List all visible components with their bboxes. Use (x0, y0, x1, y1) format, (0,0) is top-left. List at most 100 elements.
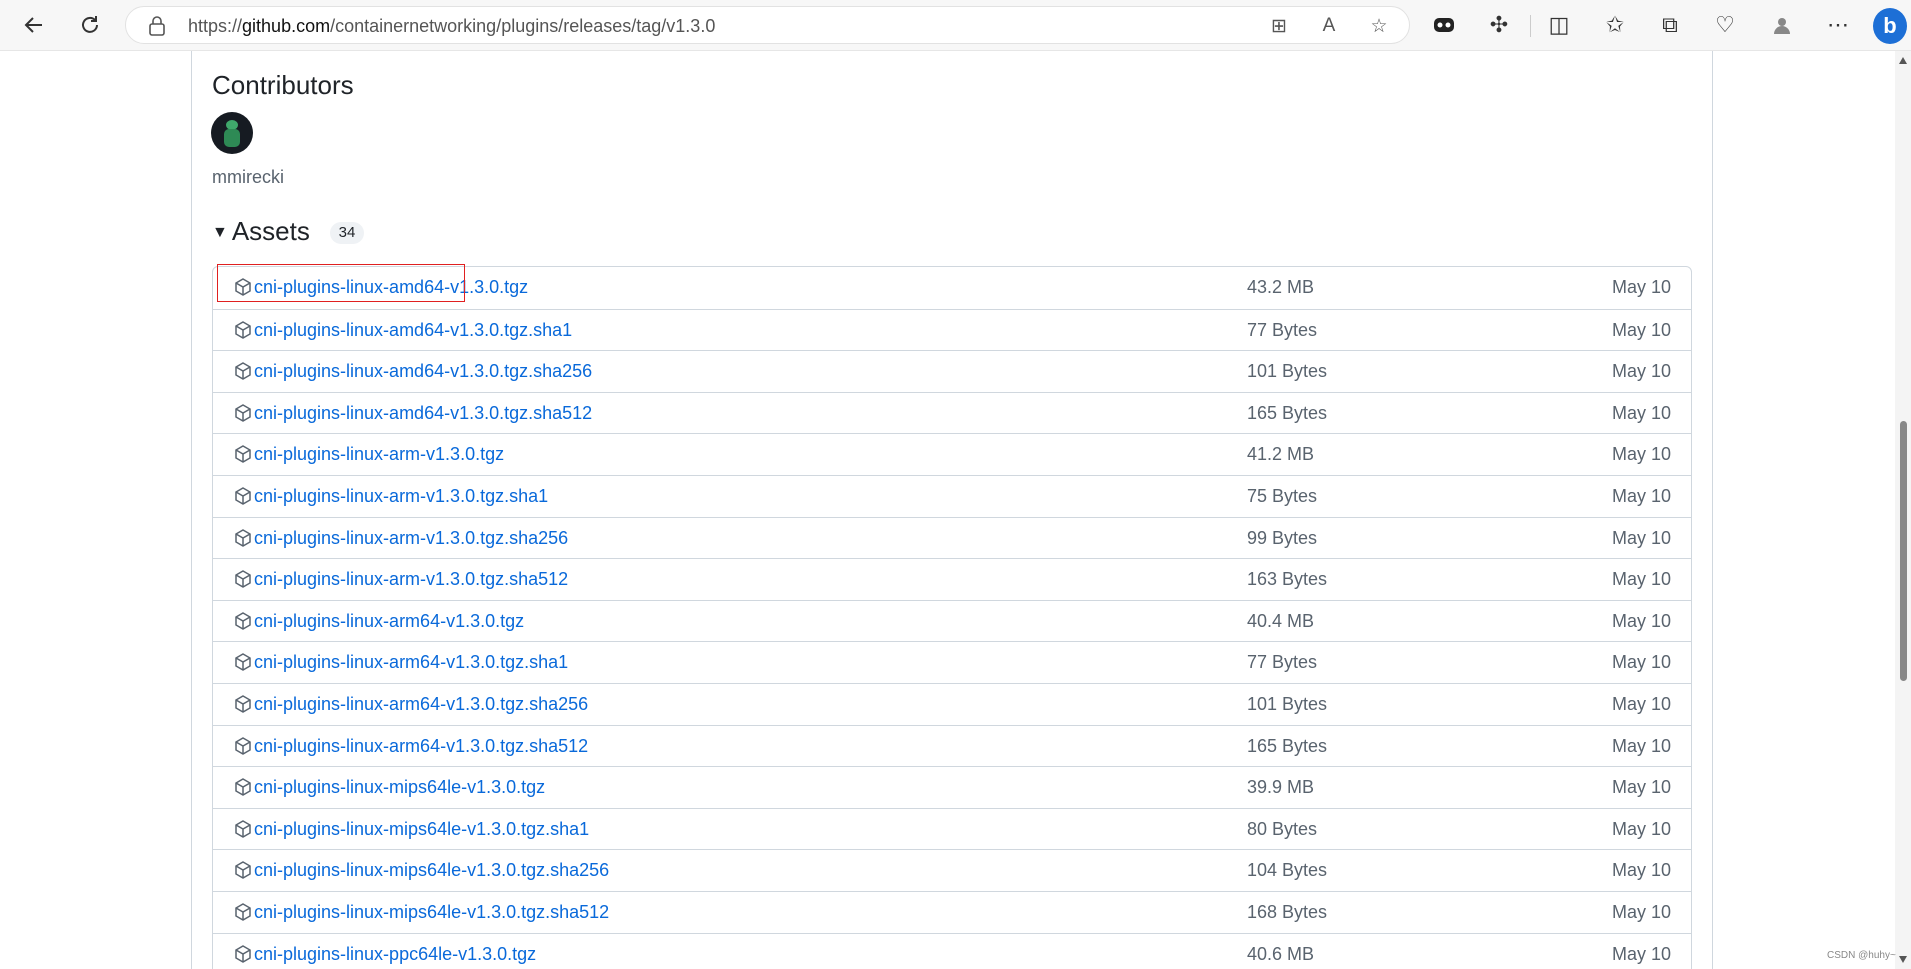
package-icon (235, 653, 251, 672)
asset-name-link[interactable]: cni-plugins-linux-arm64-v1.3.0.tgz.sha1 (254, 652, 568, 673)
asset-row: cni-plugins-linux-arm-v1.3.0.tgz 41.2 MB M… (213, 433, 1691, 475)
asset-row: cni-plugins-linux-amd64-v1.3.0.tgz.sha51… (213, 391, 1691, 434)
assets-list: cni-plugins-linux-amd64-v1.3.0.tgz 43.2 M… (212, 266, 1692, 969)
asset-name-link[interactable]: cni-plugins-linux-amd64-v1.3.0.tgz.sha25… (254, 361, 592, 382)
contributor-username[interactable]: mmirecki (212, 167, 284, 188)
asset-date: May 10 (1611, 277, 1671, 297)
scroll-down-arrow-icon[interactable] (1899, 956, 1907, 963)
asset-date: May 10 (1611, 777, 1671, 798)
bing-copilot-icon[interactable]: b (1873, 8, 1907, 44)
asset-name-link[interactable]: cni-plugins-linux-arm-v1.3.0.tgz.sha1 (254, 486, 548, 507)
asset-name-link[interactable]: cni-plugins-linux-amd64-v1.3.0.tgz (254, 277, 528, 298)
asset-date: May 10 (1611, 527, 1671, 548)
asset-row: cni-plugins-linux-arm-v1.3.0.tgz.sha1 75 … (213, 474, 1691, 517)
asset-row: cni-plugins-linux-arm64-v1.3.0.tgz.sha25… (213, 682, 1691, 725)
package-icon (235, 487, 251, 505)
asset-name-link[interactable]: cni-plugins-linux-mips64le-v1.3.0.tgz.sh… (254, 819, 589, 840)
asset-date: May 10 (1611, 444, 1671, 465)
toolbar-separator (1530, 15, 1531, 37)
asset-size: 163 Bytes (1247, 569, 1328, 590)
asset-size: 77 Bytes (1247, 652, 1318, 673)
asset-row: cni-plugins-linux-ppc64le-v1.3.0.tgz 40.6… (213, 932, 1691, 969)
lock-icon[interactable] (148, 16, 166, 36)
asset-size: 43.2 MB (1247, 277, 1315, 297)
contributor-avatar[interactable] (211, 112, 253, 154)
asset-row: cni-plugins-linux-mips64le-v1.3.0.tgz 39.… (213, 766, 1691, 808)
asset-name-link[interactable]: cni-plugins-linux-amd64-v1.3.0.tgz.sha1 (254, 320, 572, 341)
asset-row: cni-plugins-linux-arm64-v1.3.0.tgz.sha51… (213, 724, 1691, 767)
package-icon (235, 903, 251, 921)
extension-game-icon[interactable] (1426, 7, 1462, 43)
collections-icon[interactable]: ⧉ (1652, 7, 1688, 43)
package-icon (235, 278, 251, 296)
watermark: CSDN @huhy~ (1827, 950, 1896, 961)
browser-essentials-icon[interactable]: ♡ (1707, 7, 1743, 43)
asset-name-link[interactable]: cni-plugins-linux-mips64le-v1.3.0.tgz.sh… (254, 860, 609, 881)
asset-name-link[interactable]: cni-plugins-linux-arm64-v1.3.0.tgz.sha25… (254, 694, 588, 715)
asset-name-link[interactable]: cni-plugins-linux-arm-v1.3.0.tgz (254, 444, 504, 465)
asset-date: May 10 (1611, 818, 1671, 839)
asset-size: 80 Bytes (1247, 818, 1318, 839)
favorite-star-icon[interactable]: ☆ (1366, 13, 1392, 39)
package-icon (235, 944, 251, 963)
asset-date: May 10 (1611, 943, 1671, 964)
more-options-icon[interactable]: ⋯ (1820, 7, 1856, 43)
contributors-heading: Contributors (212, 70, 354, 100)
address-bar[interactable]: https://github.com/containernetworking/p… (125, 6, 1410, 44)
split-screen-icon[interactable]: ◫ (1541, 7, 1577, 43)
package-icon (235, 861, 251, 880)
browser-toolbar: https://github.com/containernetworking/p… (0, 0, 1911, 51)
asset-size: 40.4 MB (1247, 610, 1315, 631)
scrollbar-thumb[interactable] (1900, 421, 1907, 681)
asset-date: May 10 (1611, 860, 1671, 881)
asset-date: May 10 (1611, 693, 1671, 714)
asset-row: cni-plugins-linux-amd64-v1.3.0.tgz.sha1 7… (213, 308, 1691, 351)
asset-row: cni-plugins-linux-arm64-v1.3.0.tgz 40.4 M… (213, 599, 1691, 642)
extensions-puzzle-icon[interactable]: ✣ (1481, 7, 1517, 43)
package-icon (235, 362, 251, 381)
back-arrow-icon[interactable] (16, 7, 52, 43)
asset-date: May 10 (1611, 901, 1671, 922)
asset-name-link[interactable]: cni-plugins-linux-mips64le-v1.3.0.tgz.sh… (254, 902, 609, 923)
asset-size: 101 Bytes (1247, 361, 1328, 382)
package-icon (235, 778, 251, 796)
asset-row: cni-plugins-linux-arm64-v1.3.0.tgz.sha1 7… (213, 641, 1691, 683)
read-aloud-icon[interactable]: A (1316, 13, 1342, 39)
url-text[interactable]: https://github.com/containernetworking/p… (188, 16, 715, 37)
asset-size: 99 Bytes (1247, 527, 1318, 548)
caret-down-icon: ▼ (212, 224, 228, 241)
favorites-icon[interactable]: ✩ (1597, 7, 1633, 43)
package-icon (235, 320, 251, 339)
asset-size: 75 Bytes (1247, 485, 1318, 506)
asset-size: 77 Bytes (1247, 319, 1318, 340)
asset-name-link[interactable]: cni-plugins-linux-mips64le-v1.3.0.tgz (254, 777, 545, 798)
asset-name-link[interactable]: cni-plugins-linux-ppc64le-v1.3.0.tgz (254, 944, 536, 965)
assets-heading: Assets (231, 216, 310, 246)
asset-date: May 10 (1611, 319, 1671, 340)
asset-name-link[interactable]: cni-plugins-linux-arm-v1.3.0.tgz.sha512 (254, 569, 568, 590)
scroll-up-arrow-icon[interactable] (1899, 57, 1907, 64)
asset-row: cni-plugins-linux-arm-v1.3.0.tgz.sha256 9… (213, 516, 1691, 559)
assets-toggle[interactable]: ▼ Assets (212, 216, 310, 247)
asset-row: cni-plugins-linux-mips64le-v1.3.0.tgz.sh… (213, 849, 1691, 891)
asset-name-link[interactable]: cni-plugins-linux-amd64-v1.3.0.tgz.sha51… (254, 403, 592, 424)
refresh-icon[interactable] (72, 7, 108, 43)
page-content: Contributors mmirecki ▼ Assets 34 cni-plu… (0, 51, 1895, 969)
vertical-scrollbar[interactable] (1895, 51, 1911, 969)
profile-avatar-icon[interactable] (1764, 7, 1800, 43)
asset-size: 165 Bytes (1247, 402, 1328, 423)
assets-count-badge: 34 (330, 222, 364, 244)
app-available-icon[interactable]: ⊞ (1266, 13, 1292, 39)
package-icon (235, 695, 251, 713)
asset-name-link[interactable]: cni-plugins-linux-arm-v1.3.0.tgz.sha256 (254, 528, 568, 549)
package-icon (235, 611, 251, 630)
asset-name-link[interactable]: cni-plugins-linux-arm64-v1.3.0.tgz.sha51… (254, 736, 588, 757)
avatar-figure-body (224, 129, 240, 147)
asset-size: 40.6 MB (1247, 943, 1315, 964)
package-icon (235, 445, 251, 464)
asset-name-link[interactable]: cni-plugins-linux-arm64-v1.3.0.tgz (254, 611, 524, 632)
package-icon (235, 528, 251, 547)
asset-date: May 10 (1611, 485, 1671, 506)
asset-date: May 10 (1611, 361, 1671, 382)
asset-size: 165 Bytes (1247, 735, 1328, 756)
